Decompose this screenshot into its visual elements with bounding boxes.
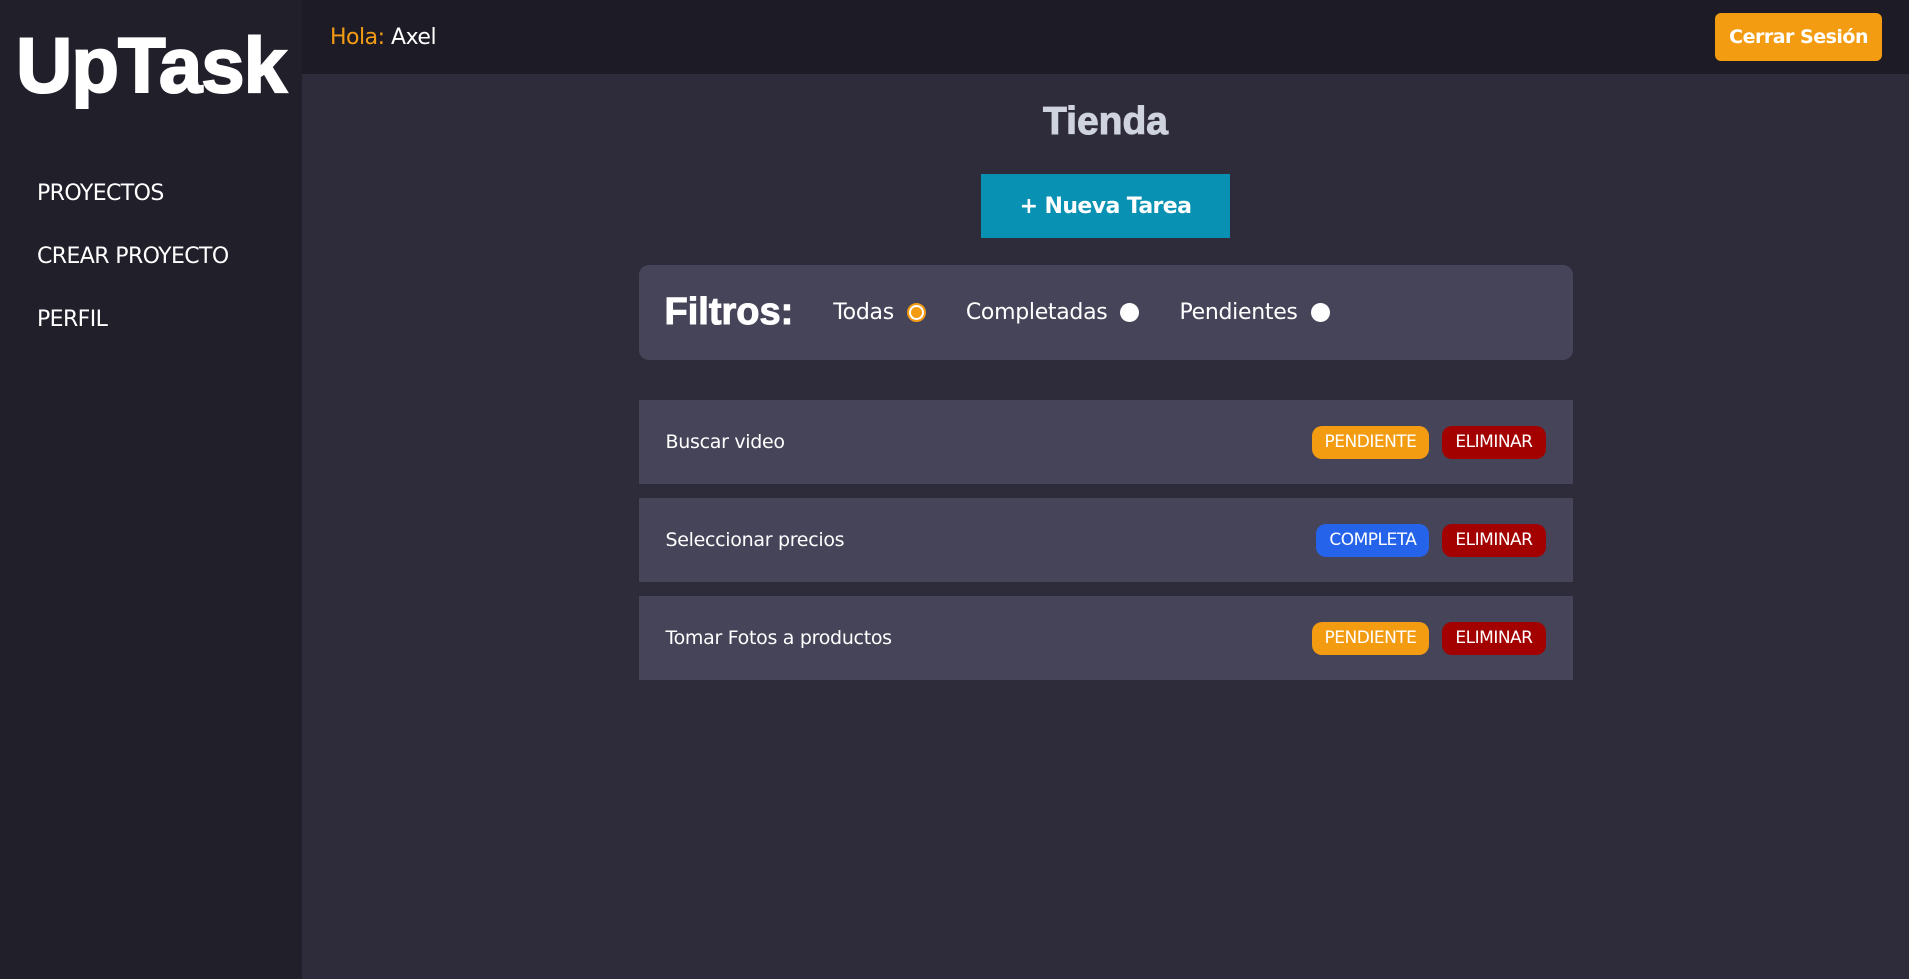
filter-label: Completadas	[965, 300, 1108, 325]
task-row: Buscar video PENDIENTE ELIMINAR	[638, 400, 1573, 484]
logout-button[interactable]: Cerrar Sesión	[1715, 13, 1882, 61]
filter-todas-radio[interactable]	[906, 303, 926, 322]
sidebar-item-proyectos[interactable]: PROYECTOS	[37, 174, 302, 237]
sidebar: UpTask PROYECTOS CREAR PROYECTO PERFIL	[0, 0, 302, 979]
filters-panel: Filtros: Todas Completadas Pendientes	[638, 265, 1573, 360]
task-name: Tomar Fotos a productos	[665, 627, 893, 649]
filters-title: Filtros:	[664, 291, 794, 334]
task-actions: COMPLETA ELIMINAR	[1316, 523, 1546, 557]
app-logo[interactable]: UpTask	[0, 25, 302, 105]
project-content: Tienda + Nueva Tarea Filtros: Todas Comp…	[302, 74, 1909, 979]
sidebar-item-perfil[interactable]: PERFIL	[37, 300, 302, 363]
task-status-button[interactable]: COMPLETA	[1316, 523, 1430, 557]
top-bar: Hola: Axel Cerrar Sesión	[302, 0, 1909, 74]
main-area: Hola: Axel Cerrar Sesión Tienda + Nueva …	[302, 0, 1909, 979]
new-task-button[interactable]: + Nueva Tarea	[981, 174, 1230, 238]
filter-completadas[interactable]: Completadas	[966, 300, 1140, 325]
task-delete-button[interactable]: ELIMINAR	[1442, 523, 1546, 557]
task-status-button[interactable]: PENDIENTE	[1311, 425, 1430, 459]
filter-pendientes-radio[interactable]	[1310, 303, 1330, 322]
task-name: Seleccionar precios	[665, 529, 845, 551]
user-name: Axel	[391, 24, 437, 50]
sidebar-item-crear-proyecto[interactable]: CREAR PROYECTO	[37, 237, 302, 300]
filter-label: Todas	[833, 300, 894, 325]
task-row: Tomar Fotos a productos PENDIENTE ELIMIN…	[638, 596, 1573, 680]
app: UpTask PROYECTOS CREAR PROYECTO PERFIL H…	[0, 0, 1909, 979]
greeting: Hola: Axel	[330, 24, 437, 50]
task-actions: PENDIENTE ELIMINAR	[1311, 425, 1546, 459]
filter-todas[interactable]: Todas	[833, 300, 926, 325]
task-list: Buscar video PENDIENTE ELIMINAR Seleccio…	[638, 400, 1573, 694]
task-actions: PENDIENTE ELIMINAR	[1311, 621, 1546, 655]
filter-label: Pendientes	[1179, 300, 1298, 325]
filter-pendientes[interactable]: Pendientes	[1179, 300, 1330, 325]
task-delete-button[interactable]: ELIMINAR	[1442, 425, 1546, 459]
task-name: Buscar video	[665, 431, 786, 453]
task-delete-button[interactable]: ELIMINAR	[1442, 621, 1546, 655]
task-row: Seleccionar precios COMPLETA ELIMINAR	[638, 498, 1573, 582]
page-title: Tienda	[1043, 100, 1169, 144]
task-status-button[interactable]: PENDIENTE	[1311, 621, 1430, 655]
sidebar-nav: PROYECTOS CREAR PROYECTO PERFIL	[0, 174, 302, 363]
filter-completadas-radio[interactable]	[1120, 303, 1140, 322]
greeting-prefix: Hola:	[330, 24, 385, 50]
